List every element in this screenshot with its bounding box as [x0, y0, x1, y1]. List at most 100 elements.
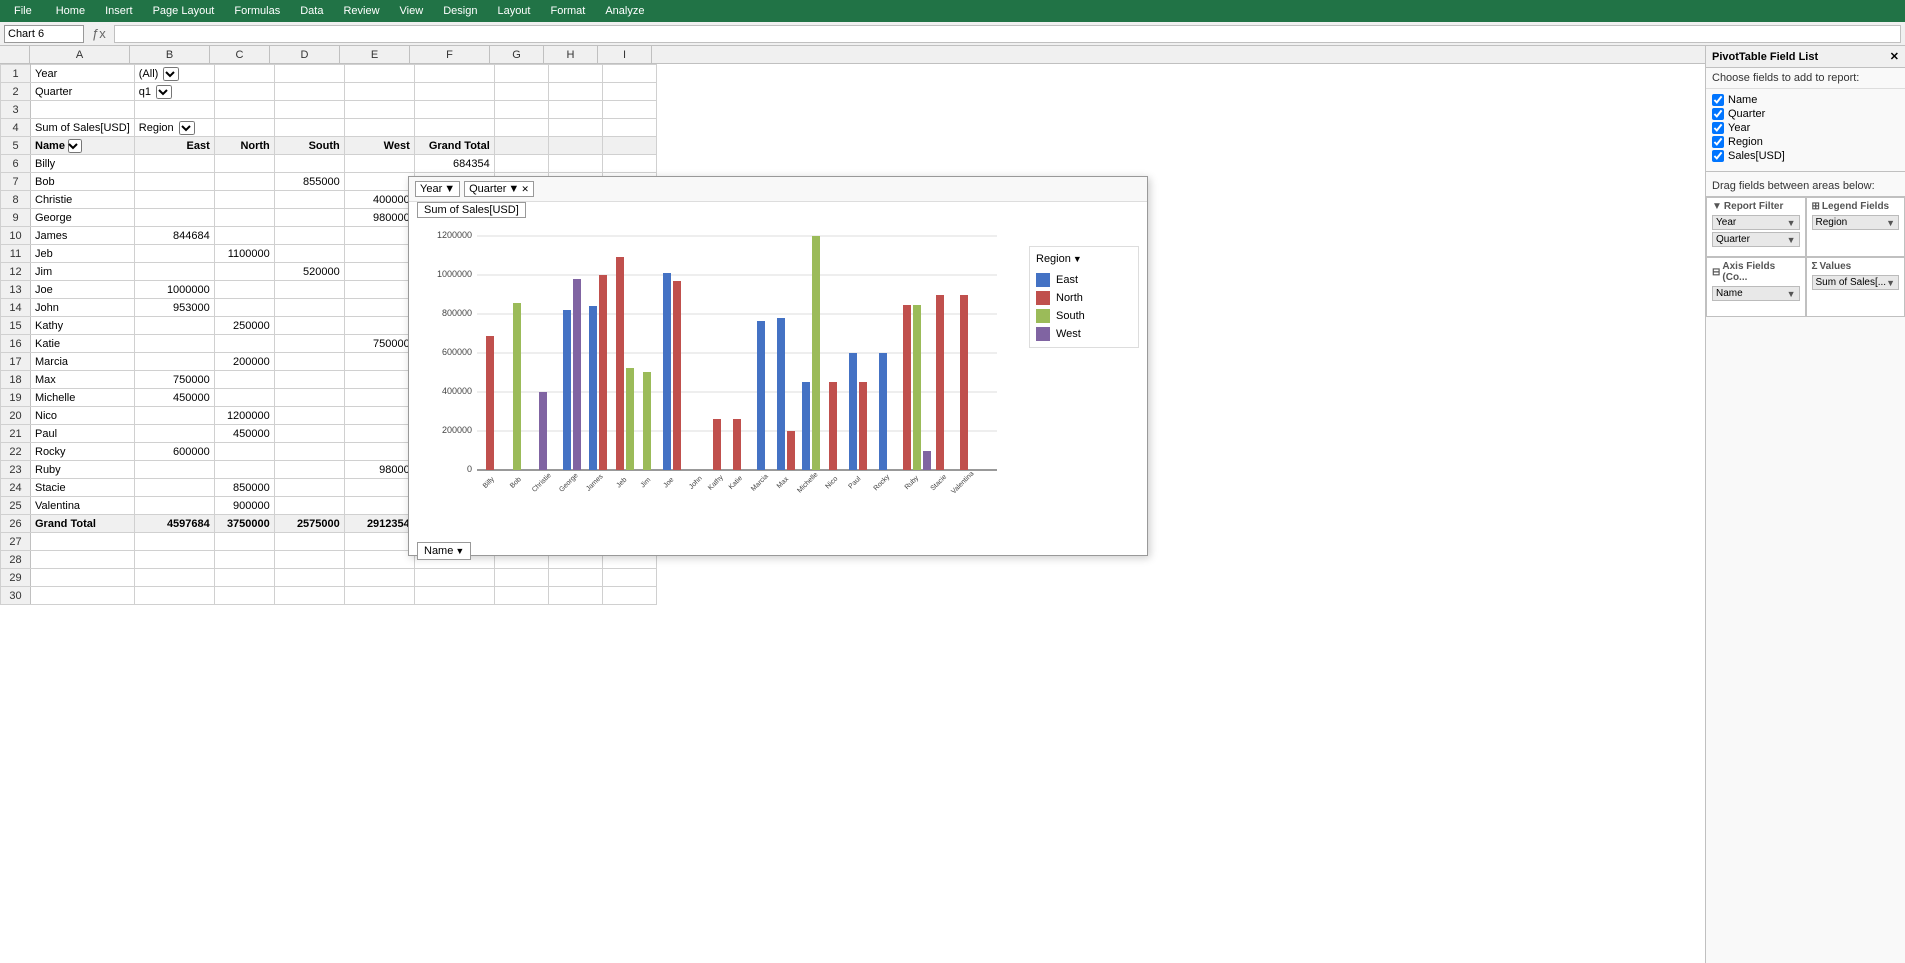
pivot-divider [1706, 171, 1905, 172]
field-year-checkbox[interactable] [1712, 122, 1724, 134]
bar-james-north [599, 275, 607, 470]
pivot-close-icon[interactable]: ✕ [1890, 50, 1899, 63]
row-num-4: 4 [1, 119, 31, 137]
field-sales-checkbox[interactable] [1712, 150, 1724, 162]
pivot-field-name: Name [1712, 93, 1899, 107]
menu-formulas[interactable]: Formulas [230, 3, 284, 19]
cell-A2[interactable]: Quarter [31, 83, 135, 101]
field-region-checkbox[interactable] [1712, 136, 1724, 148]
table-row: 6Billy684354 [1, 155, 657, 173]
pivot-zone-report-filter: ▼ Report Filter Year ▼ Quarter ▼ [1706, 197, 1806, 257]
cell-C2 [214, 83, 274, 101]
field-name-checkbox[interactable] [1712, 94, 1724, 106]
formula-bar: Chart 6 ƒx [0, 22, 1905, 46]
cell-F3 [414, 101, 494, 119]
menu-analyze[interactable]: Analyze [601, 3, 648, 19]
quarter-dropdown[interactable] [156, 85, 172, 99]
cell-G3 [494, 101, 548, 119]
cell-A5[interactable]: Name [31, 137, 135, 155]
row-num-1: 1 [1, 65, 31, 83]
cell-B1[interactable]: (All) [134, 65, 214, 83]
cell-A4[interactable]: Sum of Sales[USD] [31, 119, 135, 137]
menu-design[interactable]: Design [439, 3, 481, 19]
zone-item-sum-sales[interactable]: Sum of Sales[... ▼ [1812, 275, 1900, 290]
north-color-swatch [1036, 291, 1050, 305]
cell-A1[interactable]: Year [31, 65, 135, 83]
name-dropdown[interactable] [68, 139, 82, 153]
formula-input[interactable] [114, 25, 1901, 43]
cell-C3 [214, 101, 274, 119]
svg-text:Katie: Katie [728, 475, 744, 491]
zone-item-region[interactable]: Region ▼ [1812, 215, 1900, 230]
zone-item-name[interactable]: Name ▼ [1712, 286, 1800, 301]
year-filter-label: Year [420, 183, 442, 195]
menu-page-layout[interactable]: Page Layout [149, 3, 219, 19]
pivot-panel: PivotTable Field List ✕ Choose fields to… [1705, 46, 1905, 963]
pivot-zone-legend-fields: ⊞ Legend Fields Region ▼ [1806, 197, 1905, 257]
row-num-2: 2 [1, 83, 31, 101]
menu-data[interactable]: Data [296, 3, 327, 19]
chart-legend: Region ▼ East North South [1029, 246, 1139, 348]
svg-text:0: 0 [467, 464, 472, 474]
zone-item-quarter[interactable]: Quarter ▼ [1712, 232, 1800, 247]
bar-valentina-north [960, 295, 968, 470]
quarter-filter-button[interactable]: Quarter ▼ ✕ [464, 181, 534, 197]
menu-view[interactable]: View [396, 3, 428, 19]
bar-christie-west [539, 392, 547, 470]
south-color-swatch [1036, 309, 1050, 323]
svg-text:Marcia: Marcia [750, 473, 770, 493]
cell-B4[interactable]: Region [134, 119, 214, 137]
menu-format[interactable]: Format [546, 3, 589, 19]
chart-container: Year ▼ Quarter ▼ ✕ Sum of Sales[USD] 120… [408, 176, 1148, 556]
chart-name-label: Name [424, 545, 453, 557]
svg-text:John: John [688, 475, 704, 491]
col-header-F: F [410, 46, 490, 63]
svg-text:Valentina: Valentina [950, 470, 975, 495]
menu-file[interactable]: File [6, 3, 40, 19]
cell-I5 [602, 137, 656, 155]
year-dropdown[interactable] [163, 67, 179, 81]
zone-report-filter-header: ▼ Report Filter [1712, 201, 1800, 212]
menu-review[interactable]: Review [339, 3, 383, 19]
zone-item-region-arrow: ▼ [1886, 218, 1895, 228]
quarter-filter-label: Quarter [469, 183, 506, 195]
bar-chart-svg: 1200000 1000000 800000 600000 400000 200… [417, 226, 1007, 496]
menu-layout[interactable]: Layout [493, 3, 534, 19]
field-region-label: Region [1728, 136, 1763, 148]
pivot-field-year: Year [1712, 121, 1899, 135]
quarter-filter-icon: ✕ [521, 184, 529, 195]
bar-katie-north [733, 419, 741, 470]
spreadsheet: A B C D E F G H I 1 Year (All) [0, 46, 1705, 963]
zone-item-name-label: Name [1716, 288, 1743, 299]
chart-area: 1200000 1000000 800000 600000 400000 200… [409, 218, 1147, 534]
region-dropdown[interactable] [179, 121, 195, 135]
field-quarter-checkbox[interactable] [1712, 108, 1724, 120]
chart-name-button[interactable]: Name ▼ [417, 542, 471, 560]
quarter-filter-arrow: ▼ [508, 183, 519, 195]
east-label: East [1056, 274, 1078, 286]
cell-E4 [344, 119, 414, 137]
zone-legend-header: ⊞ Legend Fields [1812, 201, 1900, 212]
zone-item-year-arrow: ▼ [1787, 218, 1796, 228]
west-label: West [1056, 328, 1081, 340]
col-header-D: D [270, 46, 340, 63]
zone-item-year[interactable]: Year ▼ [1712, 215, 1800, 230]
menu-insert[interactable]: Insert [101, 3, 137, 19]
zone-item-quarter-label: Quarter [1716, 234, 1750, 245]
cell-G5 [494, 137, 548, 155]
bar-james-east [589, 306, 597, 470]
menu-home[interactable]: Home [52, 3, 89, 19]
svg-text:James: James [585, 473, 605, 493]
region-legend-label: Region [1036, 253, 1071, 265]
year-filter-button[interactable]: Year ▼ [415, 181, 460, 197]
chart-svg-area: 1200000 1000000 800000 600000 400000 200… [417, 226, 1021, 526]
name-box[interactable]: Chart 6 [4, 25, 84, 43]
cell-D5: South [274, 137, 344, 155]
chart-legend-title[interactable]: Region ▼ [1036, 253, 1132, 265]
cell-B2[interactable]: q1 [134, 83, 214, 101]
svg-text:Billy: Billy [482, 476, 496, 490]
bar-stacie-north [936, 295, 944, 470]
pivot-zones: ▼ Report Filter Year ▼ Quarter ▼ ⊞ Legen… [1706, 196, 1905, 317]
pivot-zone-axis-fields: ⊟ Axis Fields (Co... Name ▼ [1706, 257, 1806, 317]
pivot-header: PivotTable Field List ✕ [1706, 46, 1905, 68]
